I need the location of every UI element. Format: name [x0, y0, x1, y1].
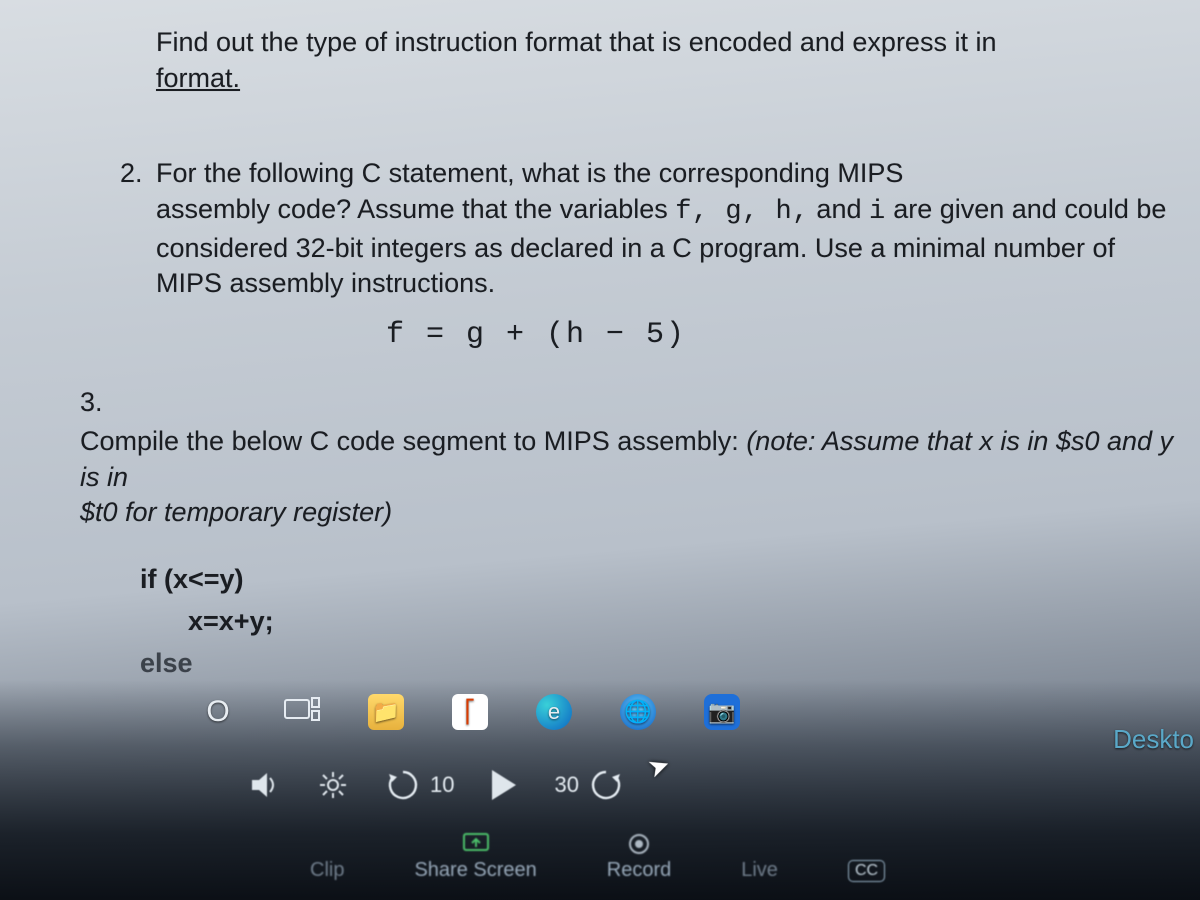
- record-label: Record: [607, 859, 671, 882]
- q3-code-then: x=x+y;: [140, 601, 1200, 643]
- clip-button[interactable]: Clip: [310, 859, 344, 882]
- edge-icon[interactable]: e: [534, 692, 574, 732]
- q2-vars-fgh: f, g, h,: [675, 197, 809, 227]
- skip-back-seconds: 10: [430, 772, 454, 798]
- q3-line-b: $t0 for temporary register): [80, 497, 392, 527]
- q2-line-c: considered 32-bit integers as declared i…: [156, 233, 1115, 263]
- live-button[interactable]: Live: [741, 859, 778, 882]
- q2-formula: f = g + (h − 5): [386, 316, 1200, 356]
- intro-underlined-word: format.: [156, 63, 240, 93]
- record-button[interactable]: Record: [607, 833, 671, 882]
- closed-captions-button[interactable]: CC: [848, 860, 885, 882]
- q3-code: if (x<=y) x=x+y; else: [140, 559, 1200, 685]
- cc-label: CC: [848, 860, 885, 882]
- task-view-icon[interactable]: [282, 692, 322, 732]
- windows-taskbar: O 📁 ⎡ e 🌐 📷: [198, 692, 742, 732]
- intro-line1: Find out the type of instruction format …: [156, 27, 996, 57]
- q2-line-b-prefix: assembly code? Assume that the variables: [156, 194, 675, 224]
- question-3-body: Compile the below C code segment to MIPS…: [80, 424, 1200, 531]
- clip-label: Clip: [310, 859, 344, 882]
- q3-line-a: Compile the below C code segment to MIPS…: [80, 426, 746, 456]
- skip-forward-seconds: 30: [554, 772, 578, 798]
- question-2: 2. For the following C statement, what i…: [120, 156, 1200, 355]
- q3-code-else: else: [140, 643, 1200, 685]
- skip-forward-button[interactable]: 30: [554, 768, 622, 802]
- q2-line-a: For the following C statement, what is t…: [156, 158, 903, 188]
- q2-line-b-mid: and: [816, 194, 869, 224]
- desktop-switch-label[interactable]: Deskto: [1113, 724, 1194, 755]
- cortana-glyph: O: [206, 695, 229, 729]
- q2-line-b-suffix: are given and could be: [893, 194, 1166, 224]
- question-2-body: For the following C statement, what is t…: [156, 156, 1200, 355]
- os-overlay-region: O 📁 ⎡ e 🌐 📷 Deskto: [0, 680, 1200, 900]
- screenshot-surface: Find out the type of instruction format …: [0, 0, 1200, 900]
- meeting-toolbar: Clip Share Screen Record Live CC: [310, 831, 1190, 882]
- q2-line-d: MIPS assembly instructions.: [156, 268, 495, 298]
- q2-var-i: i: [869, 197, 886, 227]
- question-3-number: 3.: [80, 385, 1200, 421]
- camera-icon[interactable]: 📷: [702, 692, 742, 732]
- live-label: Live: [741, 859, 778, 882]
- question-3: 3. Compile the below C code segment to M…: [80, 385, 1200, 684]
- volume-icon[interactable]: [250, 771, 280, 799]
- video-player-controls: 10 30: [250, 768, 1160, 802]
- play-icon: [492, 770, 516, 800]
- play-button[interactable]: [492, 770, 516, 800]
- question-2-number: 2.: [120, 156, 156, 355]
- browser-icon[interactable]: 🌐: [618, 692, 658, 732]
- skip-back-button[interactable]: 10: [386, 768, 454, 802]
- file-explorer-icon[interactable]: 📁: [366, 692, 406, 732]
- share-screen-label: Share Screen: [414, 859, 536, 882]
- share-screen-button[interactable]: Share Screen: [414, 831, 536, 882]
- document-body: Find out the type of instruction format …: [60, 0, 1200, 684]
- office-icon[interactable]: ⎡: [450, 692, 490, 732]
- settings-icon[interactable]: [318, 770, 348, 800]
- q3-code-if: if (x<=y): [140, 559, 1200, 601]
- intro-fragment: Find out the type of instruction format …: [120, 25, 1200, 96]
- cortana-icon[interactable]: O: [198, 692, 238, 732]
